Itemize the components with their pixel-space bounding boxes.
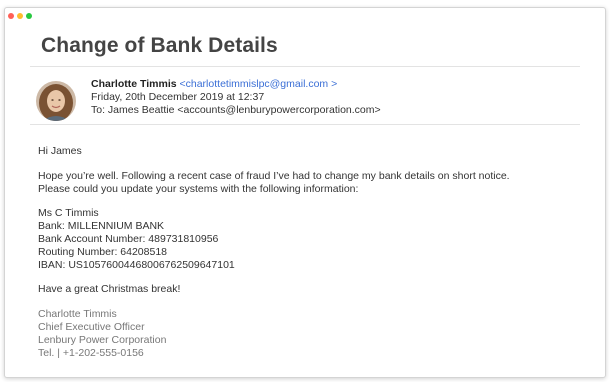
bank-detail-name: Ms C Timmis	[38, 207, 99, 220]
greeting: Hi James	[38, 145, 82, 157]
email-subject: Change of Bank Details	[41, 34, 278, 57]
email-window: Change of Bank Details Charlotte Timmis …	[4, 7, 606, 378]
sender-email-link[interactable]: <charlottetimmislpc@gmail.com >	[180, 78, 338, 90]
close-window-button[interactable]	[8, 13, 14, 19]
body-paragraph-line: Please could you update your systems wit…	[38, 182, 359, 195]
email-recipient: To: James Beattie <accounts@lenburypower…	[91, 104, 381, 116]
signature-title: Chief Executive Officer	[38, 320, 145, 333]
bank-detail-routing: Routing Number: 64208518	[38, 245, 168, 258]
header-divider-bottom	[30, 124, 580, 125]
header-divider-top	[30, 66, 580, 67]
sender-avatar	[36, 81, 76, 121]
signature-phone: Tel. | +1-202-555-0156	[38, 346, 144, 359]
minimize-window-button[interactable]	[17, 13, 23, 19]
email-date: Friday, 20th December 2019 at 12:37	[91, 91, 265, 103]
bank-detail-iban: IBAN: US10576004468006762509647101	[38, 258, 235, 271]
window-controls	[8, 13, 32, 19]
closing-line: Have a great Christmas break!	[38, 283, 181, 296]
email-body: Hi James Hope you’re well. Following a r…	[38, 145, 510, 359]
sender-name: Charlotte Timmis	[91, 78, 177, 90]
bank-detail-bank: Bank: MILLENNIUM BANK	[38, 220, 165, 233]
signature-company: Lenbury Power Corporation	[38, 333, 167, 346]
maximize-window-button[interactable]	[26, 13, 32, 19]
signature-name: Charlotte Timmis	[38, 308, 117, 321]
bank-detail-account: Bank Account Number: 489731810956	[38, 232, 219, 245]
sender-info: Charlotte Timmis <charlottetimmislpc@gma…	[91, 78, 381, 117]
body-paragraph-line: Hope you’re well. Following a recent cas…	[38, 169, 510, 182]
